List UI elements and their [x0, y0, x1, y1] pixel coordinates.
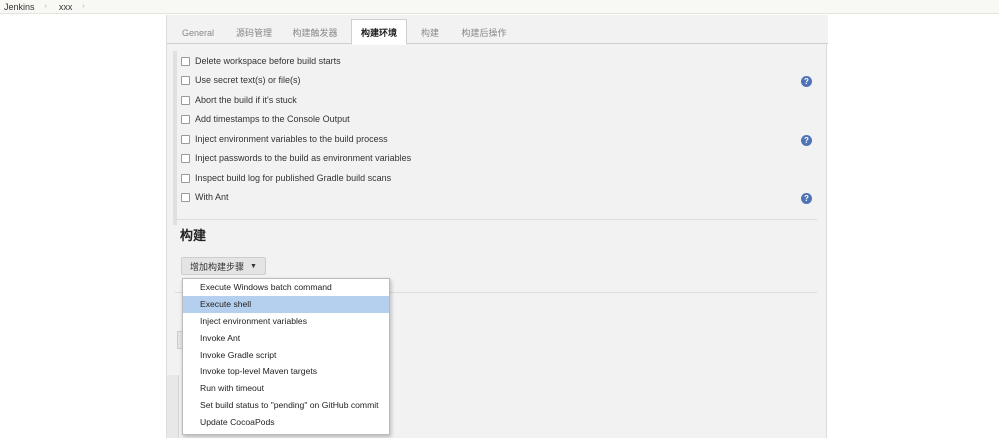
- menu-item-run-with-timeout[interactable]: Run with timeout: [183, 380, 389, 397]
- option-with-ant[interactable]: With Ant: [181, 190, 229, 204]
- option-label: Use secret text(s) or file(s): [195, 75, 301, 85]
- checkbox[interactable]: [181, 56, 190, 66]
- option-inject-passwords[interactable]: Inject passwords to the build as environ…: [181, 151, 411, 165]
- config-tabs: General 源码管理 构建触发器 构建环境 构建 构建后操作: [167, 15, 828, 45]
- checkbox[interactable]: [181, 75, 190, 85]
- checkbox[interactable]: [181, 192, 190, 202]
- menu-item-execute-shell[interactable]: Execute shell: [183, 295, 389, 313]
- menu-item-github-pending-status[interactable]: Set build status to "pending" on GitHub …: [183, 397, 389, 414]
- tab-general[interactable]: General: [173, 21, 223, 44]
- menu-item-maven-targets[interactable]: Invoke top-level Maven targets: [183, 363, 389, 380]
- breadcrumb: Jenkins › xxx ›: [0, 0, 999, 14]
- build-step-dropdown: Execute Windows batch command Execute sh…: [182, 278, 390, 435]
- help-icon[interactable]: ?: [801, 76, 812, 87]
- menu-item-update-cocoapods[interactable]: Update CocoaPods: [183, 413, 389, 430]
- help-icon[interactable]: ?: [801, 193, 812, 204]
- help-icon[interactable]: ?: [801, 135, 812, 146]
- breadcrumb-job[interactable]: xxx: [59, 2, 73, 12]
- obscured-panel-edge: [167, 375, 179, 438]
- checkbox[interactable]: [181, 95, 190, 105]
- option-inject-env-vars[interactable]: Inject environment variables to the buil…: [181, 132, 388, 146]
- caret-down-icon: ▼: [250, 262, 257, 270]
- tab-build-triggers[interactable]: 构建触发器: [285, 21, 345, 44]
- tab-post-build[interactable]: 构建后操作: [453, 21, 515, 44]
- breadcrumb-separator-icon: ›: [44, 3, 47, 10]
- tab-build-environment[interactable]: 构建环境: [351, 19, 407, 45]
- checkbox[interactable]: [181, 114, 190, 124]
- menu-item-gradle-script[interactable]: Invoke Gradle script: [183, 346, 389, 363]
- tab-source-code[interactable]: 源码管理: [229, 21, 279, 44]
- menu-item-inject-env-vars[interactable]: Inject environment variables: [183, 313, 389, 330]
- section-divider: [175, 219, 817, 220]
- option-label: Inject passwords to the build as environ…: [195, 153, 412, 163]
- options-group-bar: [173, 51, 177, 225]
- option-label: With Ant: [195, 192, 229, 202]
- menu-item-invoke-ant[interactable]: Invoke Ant: [183, 329, 389, 346]
- option-label: Inspect build log for published Gradle b…: [195, 173, 392, 183]
- checkbox[interactable]: [181, 153, 190, 163]
- option-label: Inject environment variables to the buil…: [195, 134, 388, 144]
- build-section-title: 构建: [180, 228, 207, 243]
- option-delete-workspace[interactable]: Delete workspace before build starts: [181, 54, 341, 68]
- option-gradle-build-scans[interactable]: Inspect build log for published Gradle b…: [181, 171, 391, 185]
- checkbox[interactable]: [181, 173, 190, 183]
- add-build-step-label: 增加构建步骤: [190, 261, 245, 272]
- option-abort-stuck[interactable]: Abort the build if it's stuck: [181, 93, 297, 107]
- breadcrumb-separator-icon: ›: [82, 3, 85, 10]
- option-timestamps[interactable]: Add timestamps to the Console Output: [181, 112, 350, 126]
- checkbox[interactable]: [181, 134, 190, 144]
- add-build-step-button[interactable]: 增加构建步骤 ▼: [181, 257, 266, 275]
- option-secret-text[interactable]: Use secret text(s) or file(s): [181, 73, 301, 87]
- tab-build[interactable]: 构建: [413, 21, 447, 44]
- option-label: Abort the build if it's stuck: [195, 95, 297, 105]
- menu-item-windows-batch[interactable]: Execute Windows batch command: [183, 279, 389, 296]
- option-label: Delete workspace before build starts: [195, 56, 341, 66]
- breadcrumb-jenkins[interactable]: Jenkins: [4, 2, 35, 12]
- option-label: Add timestamps to the Console Output: [195, 114, 350, 124]
